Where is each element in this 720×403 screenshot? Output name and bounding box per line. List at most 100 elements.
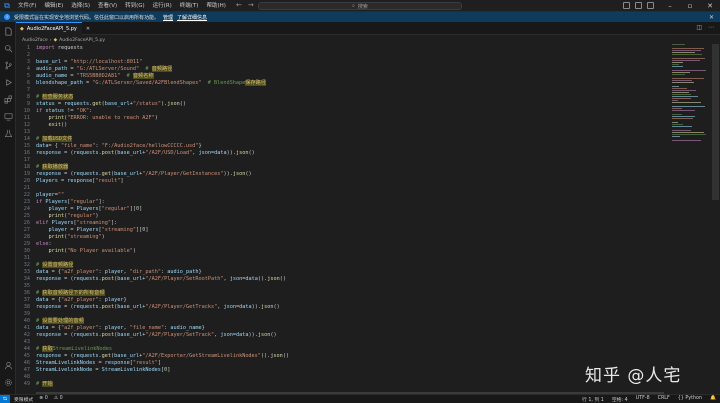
extensions-icon[interactable]: [3, 94, 13, 104]
menu-bar: 文件(F) 编辑(E) 选择(S) 查看(V) 转到(G) 运行(R) 终端(T…: [14, 0, 230, 12]
error-count[interactable]: ⊗ 0: [39, 396, 48, 403]
split-editor-icon[interactable]: ◫: [696, 24, 702, 31]
toggle-secondary-sidebar-icon[interactable]: [647, 2, 654, 9]
minimap-line: [672, 132, 704, 133]
minimap-line: [672, 64, 679, 65]
zhihu-watermark: 知乎 @人宅: [585, 366, 682, 386]
breadcrumb: Audio2face › ◆ Audio2FaceAPI_5.py: [22, 36, 105, 44]
nav-arrows: ← →: [236, 1, 254, 9]
chevron-right-icon: ›: [49, 37, 52, 43]
minimap-line: [672, 98, 691, 99]
menu-file[interactable]: 文件(F): [14, 0, 40, 12]
minimap-line: [672, 54, 702, 55]
menu-help[interactable]: 帮助(H): [202, 0, 229, 12]
code-line[interactable]: 49 # 开始: [16, 380, 656, 388]
minimap-line: [672, 102, 701, 103]
editor-tab-bar: ◆ Audio2FaceAPI_5.py ✕ ◫ ⋯: [16, 22, 720, 35]
breadcrumb-file[interactable]: Audio2FaceAPI_5.py: [59, 38, 105, 43]
testing-icon[interactable]: [3, 128, 13, 138]
back-arrow-icon[interactable]: ←: [236, 1, 242, 9]
banner-message: 受限模式旨在实现安全地浏览代码。信任此窗口以启用所有功能。: [14, 14, 160, 21]
minimap-line: [672, 122, 678, 123]
close-window-icon[interactable]: ✕: [700, 0, 720, 12]
vscode-logo-icon: ⧉: [4, 0, 10, 10]
explorer-icon[interactable]: [3, 26, 13, 36]
minimap-line: [672, 100, 678, 101]
remote-indicator-icon[interactable]: ⇆: [0, 394, 10, 403]
minimap-line: [672, 62, 683, 63]
toggle-sidebar-icon[interactable]: [623, 2, 630, 9]
minimap-line: [672, 60, 700, 61]
minimap-line: [672, 48, 704, 49]
minimap-line: [672, 86, 679, 87]
minimap-line: [672, 88, 687, 89]
minimap-line: [672, 80, 692, 81]
minimap-line: [672, 52, 695, 53]
info-icon: i: [4, 14, 10, 20]
search-icon: ⌕: [352, 3, 355, 9]
run-debug-icon[interactable]: [3, 77, 13, 87]
layout-controls: [623, 2, 654, 9]
menu-run[interactable]: 运行(R): [149, 0, 176, 12]
code-text: # 开始: [36, 381, 53, 387]
minimap-line: [672, 58, 705, 59]
search-view-icon[interactable]: [3, 43, 13, 53]
menu-view[interactable]: 查看(V): [94, 0, 121, 12]
minimap[interactable]: [670, 44, 710, 154]
indentation[interactable]: 空格: 4: [612, 396, 628, 403]
accounts-icon[interactable]: [3, 360, 13, 370]
maximize-icon[interactable]: ▫: [680, 0, 700, 12]
source-control-icon[interactable]: [3, 60, 13, 70]
minimap-line: [672, 92, 689, 93]
menu-selection[interactable]: 选择(S): [67, 0, 94, 12]
title-bar: ⧉ 文件(F) 编辑(E) 选择(S) 查看(V) 转到(G) 运行(R) 终端…: [0, 0, 720, 12]
line-ending[interactable]: CRLF: [658, 396, 670, 403]
minimap-line: [672, 90, 696, 91]
minimap-line: [672, 110, 695, 111]
cursor-position[interactable]: 行 1, 列 1: [582, 396, 604, 403]
menu-go[interactable]: 转到(G): [121, 0, 149, 12]
menu-terminal[interactable]: 终端(T): [176, 0, 203, 12]
minimap-line: [672, 72, 690, 73]
minimap-line: [672, 130, 691, 131]
minimap-line: [672, 126, 692, 127]
scrollbar-thumb[interactable]: [712, 44, 719, 200]
warning-count[interactable]: ⚠ 0: [54, 396, 63, 403]
restricted-mode-status[interactable]: 受限模式: [14, 396, 33, 403]
code-editor[interactable]: 1 import requests 2 3 base_url = "http://loc…: [16, 44, 670, 394]
window-controls: – ▫ ✕: [660, 0, 720, 12]
minimap-line: [672, 78, 704, 79]
breadcrumb-folder[interactable]: Audio2face: [22, 38, 48, 43]
status-bar: ⇆ 受限模式 ⊗ 0 ⚠ 0 行 1, 列 1 空格: 4 UTF-8 CRLF…: [0, 394, 720, 403]
minimap-line: [672, 74, 685, 75]
tab-audio2faceapi[interactable]: ◆ Audio2FaceAPI_5.py ✕: [16, 22, 90, 35]
minimap-line: [672, 82, 694, 83]
python-file-icon: ◆: [20, 26, 24, 32]
minimize-icon[interactable]: –: [660, 0, 680, 12]
remote-explorer-icon[interactable]: [3, 111, 13, 121]
close-tab-icon[interactable]: ✕: [86, 26, 90, 32]
notifications-bell-icon[interactable]: 🔔: [710, 396, 716, 403]
banner-learn-more-link[interactable]: 了解详细信息: [177, 14, 207, 21]
search-label: 搜索: [357, 3, 368, 10]
menu-edit[interactable]: 编辑(E): [40, 0, 67, 12]
toggle-panel-icon[interactable]: [635, 2, 642, 9]
editor-actions: ◫ ⋯: [696, 24, 714, 31]
minimap-line: [672, 134, 706, 135]
line-number: 49: [23, 381, 30, 387]
tab-label: Audio2FaceAPI_5.py: [26, 26, 77, 32]
minimap-line: [672, 96, 698, 97]
banner-manage-link[interactable]: 管理: [163, 14, 173, 21]
command-center-search[interactable]: ⌕ 搜索: [258, 2, 462, 10]
more-actions-icon[interactable]: ⋯: [708, 24, 714, 31]
minimap-line: [672, 118, 693, 119]
minimap-line: [672, 44, 685, 45]
restricted-mode-banner: i 受限模式旨在实现安全地浏览代码。信任此窗口以启用所有功能。 管理 了解详细信…: [0, 12, 720, 22]
encoding[interactable]: UTF-8: [636, 396, 650, 403]
settings-gear-icon[interactable]: [3, 377, 13, 387]
python-file-icon: ◆: [53, 37, 58, 43]
banner-close-icon[interactable]: ✕: [709, 14, 714, 21]
forward-arrow-icon[interactable]: →: [248, 1, 254, 9]
activity-bar: [0, 22, 16, 394]
language-mode[interactable]: {} Python: [678, 396, 702, 403]
